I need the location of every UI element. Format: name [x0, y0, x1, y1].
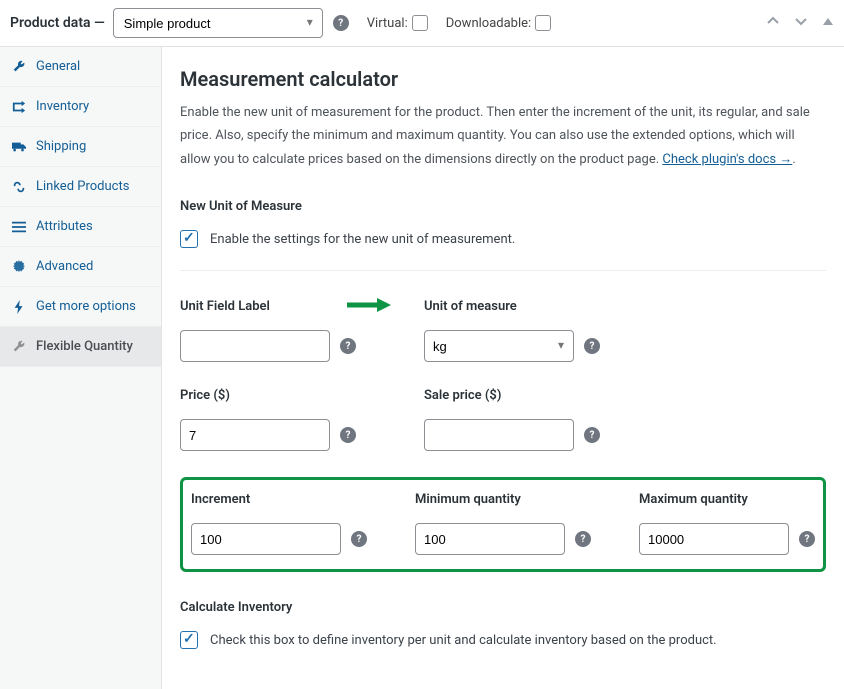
help-icon[interactable]: ? [584, 338, 600, 354]
page-description: Enable the new unit of measurement for t… [180, 101, 826, 171]
calc-inventory-title: Calculate Inventory [180, 600, 826, 615]
virtual-checkbox[interactable] [412, 15, 428, 31]
help-icon[interactable]: ? [333, 15, 349, 31]
sidebar-item-label: Flexible Quantity [36, 339, 133, 354]
help-icon[interactable]: ? [351, 531, 367, 547]
price-input[interactable] [180, 419, 330, 451]
tab-advanced[interactable]: Advanced [0, 247, 161, 287]
quantity-highlight: Increment ? Minimum quantity ? Maximum q… [180, 477, 826, 572]
virtual-label: Virtual: [367, 16, 408, 31]
wrench-icon [12, 340, 26, 354]
enable-unit-checkbox[interactable] [180, 230, 198, 248]
wrench-icon [12, 60, 26, 74]
clipboard-icon [12, 100, 26, 114]
help-icon[interactable]: ? [340, 427, 356, 443]
max-qty-input[interactable] [639, 523, 789, 555]
sale-price-input[interactable] [424, 419, 574, 451]
min-qty-label: Minimum quantity [415, 492, 591, 507]
sidebar-item-label: Inventory [36, 99, 89, 114]
bolt-icon [12, 300, 26, 314]
tab-shipping[interactable]: Shipping [0, 127, 161, 167]
help-icon[interactable]: ? [575, 531, 591, 547]
tab-attributes[interactable]: Attributes [0, 207, 161, 247]
increment-label: Increment [191, 492, 367, 507]
calc-inventory-label: Check this box to define inventory per u… [210, 633, 717, 648]
tab-flexible-quantity[interactable]: Flexible Quantity [0, 327, 161, 367]
tab-general[interactable]: General [0, 47, 161, 87]
unit-of-measure-label: Unit of measure [424, 299, 600, 314]
sidebar-item-label: Get more options [36, 299, 136, 314]
link-icon [12, 180, 26, 194]
tab-inventory[interactable]: Inventory [0, 87, 161, 127]
unit-of-measure-select[interactable]: kg [424, 330, 574, 362]
new-unit-title: New Unit of Measure [180, 199, 826, 214]
product-data-title: Product data — [10, 15, 105, 31]
arrow-right-icon [345, 297, 393, 313]
price-label: Price ($) [180, 388, 356, 403]
sidebar-item-label: Attributes [36, 219, 93, 234]
sidebar-item-label: General [36, 59, 80, 74]
product-tabs-sidebar: General Inventory Shipping Linked Produc… [0, 47, 162, 689]
enable-unit-label: Enable the settings for the new unit of … [210, 232, 515, 247]
downloadable-checkbox[interactable] [535, 15, 551, 31]
sale-price-label: Sale price ($) [424, 388, 600, 403]
page-title: Measurement calculator [180, 67, 826, 91]
docs-link[interactable]: Check plugin's docs → [662, 152, 792, 167]
calc-inventory-checkbox[interactable] [180, 631, 198, 649]
list-icon [12, 220, 26, 234]
help-icon[interactable]: ? [799, 531, 815, 547]
unit-field-label-input[interactable] [180, 330, 330, 362]
chevron-up-icon[interactable] [766, 14, 780, 32]
tab-linked-products[interactable]: Linked Products [0, 167, 161, 207]
product-type-select[interactable]: Simple product [113, 8, 323, 38]
collapse-icon[interactable] [822, 15, 834, 31]
unit-field-label-label: Unit Field Label [180, 299, 356, 314]
help-icon[interactable]: ? [584, 427, 600, 443]
sidebar-item-label: Advanced [36, 259, 93, 274]
truck-icon [12, 140, 26, 154]
tab-get-more-options[interactable]: Get more options [0, 287, 161, 327]
min-qty-input[interactable] [415, 523, 565, 555]
max-qty-label: Maximum quantity [639, 492, 815, 507]
help-icon[interactable]: ? [340, 338, 356, 354]
gear-icon [12, 260, 26, 274]
sidebar-item-label: Shipping [36, 139, 86, 154]
increment-input[interactable] [191, 523, 341, 555]
downloadable-label: Downloadable: [446, 16, 531, 31]
sidebar-item-label: Linked Products [36, 179, 129, 194]
chevron-down-icon[interactable] [794, 14, 808, 32]
